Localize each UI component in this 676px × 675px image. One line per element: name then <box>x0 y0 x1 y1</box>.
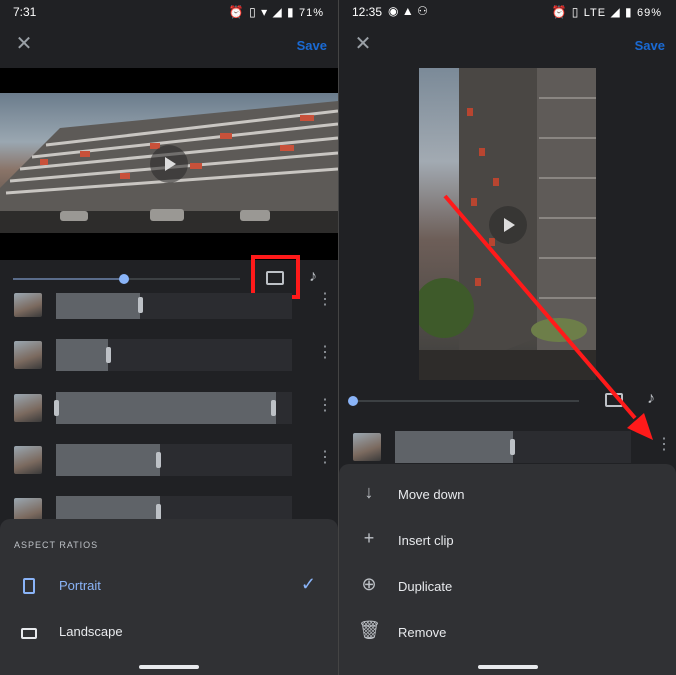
nav-gesture-bar[interactable] <box>478 665 538 669</box>
aspect-ratio-sheet: ASPECT RATIOS Portrait ✓ Landscape <box>0 519 338 675</box>
clip-track <box>395 431 631 463</box>
wifi-icon: ▾ <box>261 5 269 19</box>
option-label: Landscape <box>59 624 123 639</box>
app-bar: ✕ Save <box>0 24 338 68</box>
sheet-title: ASPECT RATIOS <box>14 540 99 550</box>
status-bar: 12:35 ◉ ▲ ⚇ ⏰ ▯ LTE ◢ ▮ 69% <box>339 0 676 24</box>
save-button[interactable]: Save <box>297 38 327 53</box>
menu-item-label: Duplicate <box>398 579 453 594</box>
scrubber-track <box>124 278 240 280</box>
close-icon[interactable]: ✕ <box>353 34 373 54</box>
battery-percent: 69% <box>636 7 662 19</box>
network-type: LTE <box>583 7 607 19</box>
signal-icon: ◢ <box>272 5 283 19</box>
battery-icon: ▮ <box>287 5 295 19</box>
clip-track <box>56 444 292 476</box>
scrubber-handle[interactable] <box>348 396 358 406</box>
status-time: 12:35 <box>352 5 383 19</box>
clip-thumbnail <box>14 341 42 369</box>
notification-icons: ◉ ▲ ⚇ <box>388 4 428 18</box>
check-icon: ✓ <box>300 574 316 594</box>
clip-thumbnail <box>14 394 42 422</box>
option-label: Portrait <box>59 578 101 593</box>
clip-thumbnail <box>353 433 381 461</box>
app-bar: ✕ Save <box>339 24 676 68</box>
trim-handle[interactable] <box>156 504 161 520</box>
scrubber-progress <box>13 278 125 280</box>
trim-handle[interactable] <box>106 347 111 363</box>
clip-trim <box>56 339 108 371</box>
aspect-ratio-icon[interactable] <box>605 393 623 407</box>
more-icon[interactable]: ⋮ <box>317 450 333 466</box>
left-screen: 7:31 ⏰ ▯ ▾ ◢ ▮ 71% ✕ Save ♪ ⋮ ⋮ ⋮ ⋮ ASPE… <box>0 0 338 675</box>
alarm-icon: ⏰ <box>228 5 245 19</box>
vibrate-icon: ▯ <box>571 5 580 19</box>
clip-options-menu: ↓ Move down + Insert clip ⊕ Duplicate 🗑 … <box>339 464 676 675</box>
menu-item-duplicate[interactable]: ⊕ Duplicate <box>339 564 676 610</box>
trim-handle[interactable] <box>138 297 143 313</box>
portrait-icon <box>23 578 35 594</box>
menu-item-label: Remove <box>398 625 447 640</box>
trim-handle[interactable] <box>156 452 161 468</box>
clip-track <box>56 293 292 319</box>
play-button[interactable] <box>489 206 527 244</box>
video-preview[interactable] <box>0 68 338 260</box>
clip-track <box>56 339 292 371</box>
plus-icon: + <box>363 528 375 548</box>
video-preview[interactable] <box>419 68 596 380</box>
clip-trim <box>56 293 140 319</box>
trim-handle[interactable] <box>54 400 59 416</box>
aspect-option-portrait[interactable]: Portrait ✓ <box>0 565 338 609</box>
battery-percent: 71% <box>298 7 324 19</box>
app-icon: ▲ <box>401 4 414 18</box>
vibrate-icon: ▯ <box>249 5 257 19</box>
menu-item-insert-clip[interactable]: + Insert clip <box>339 518 676 564</box>
clip-trim <box>56 444 160 476</box>
clip-thumbnail <box>14 293 42 317</box>
status-icons: ⏰ ▯ LTE ◢ ▮ 69% <box>551 5 662 19</box>
clip-thumbnail <box>14 446 42 474</box>
trash-icon: 🗑 <box>358 620 381 640</box>
status-time: 7:31 <box>13 5 37 19</box>
music-icon[interactable]: ♪ <box>647 390 655 408</box>
right-screen: 12:35 ◉ ▲ ⚇ ⏰ ▯ LTE ◢ ▮ 69% ✕ Save ♪ ⋮ ↓… <box>338 0 676 675</box>
clip-trim <box>56 392 276 424</box>
landscape-icon <box>21 628 37 639</box>
duplicate-icon: ⊕ <box>361 574 377 594</box>
alarm-icon: ⏰ <box>551 5 568 19</box>
incognito-icon: ⚇ <box>417 4 428 18</box>
more-icon[interactable]: ⋮ <box>317 398 333 414</box>
trim-handle[interactable] <box>510 439 515 455</box>
music-icon[interactable]: ♪ <box>309 268 317 286</box>
more-icon[interactable]: ⋮ <box>317 345 333 361</box>
close-icon[interactable]: ✕ <box>14 34 34 54</box>
scrubber-track <box>353 400 579 402</box>
arrow-down-icon: ↓ <box>364 482 374 502</box>
clip-row[interactable]: ⋮ <box>0 392 338 432</box>
nav-gesture-bar[interactable] <box>139 665 199 669</box>
menu-item-label: Move down <box>398 487 465 502</box>
aspect-option-landscape[interactable]: Landscape <box>0 611 338 655</box>
clip-row[interactable]: ⋮ <box>0 444 338 484</box>
save-button[interactable]: Save <box>635 38 665 53</box>
play-button[interactable] <box>150 145 188 183</box>
whatsapp-icon: ◉ <box>388 4 399 18</box>
trim-handle[interactable] <box>271 400 276 416</box>
menu-item-remove[interactable]: 🗑 Remove <box>339 610 676 656</box>
menu-item-label: Insert clip <box>398 533 454 548</box>
signal-icon: ◢ <box>610 5 621 19</box>
clip-track <box>54 392 292 424</box>
status-icons: ⏰ ▯ ▾ ◢ ▮ 71% <box>229 5 324 19</box>
battery-icon: ▮ <box>625 5 633 19</box>
menu-item-move-down[interactable]: ↓ Move down <box>339 472 676 518</box>
more-icon[interactable]: ⋮ <box>317 292 333 308</box>
clip-row[interactable]: ⋮ <box>0 292 338 333</box>
clip-row[interactable]: ⋮ <box>0 339 338 379</box>
more-icon[interactable]: ⋮ <box>656 437 672 453</box>
status-bar: 7:31 ⏰ ▯ ▾ ◢ ▮ 71% <box>0 0 338 24</box>
clip-trim <box>395 431 513 463</box>
scrubber-handle[interactable] <box>119 274 129 284</box>
